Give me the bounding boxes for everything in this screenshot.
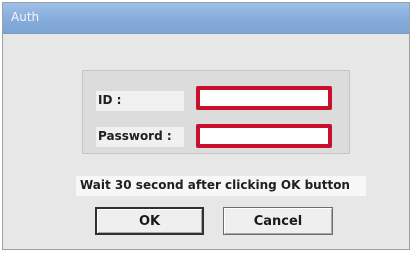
cancel-button[interactable]: Cancel bbox=[223, 207, 333, 235]
password-label: Password : bbox=[98, 129, 172, 143]
password-input[interactable] bbox=[196, 124, 332, 148]
auth-dialog: Auth ID : Password : Wait 30 second afte… bbox=[2, 2, 410, 250]
id-input[interactable] bbox=[196, 86, 332, 110]
ok-button[interactable]: OK bbox=[95, 207, 204, 235]
id-label: ID : bbox=[98, 93, 122, 107]
title-bar[interactable]: Auth bbox=[3, 3, 409, 34]
window-title: Auth bbox=[11, 10, 40, 24]
login-panel: ID : Password : bbox=[82, 70, 350, 154]
wait-hint-text: Wait 30 second after clicking OK button bbox=[80, 178, 350, 192]
